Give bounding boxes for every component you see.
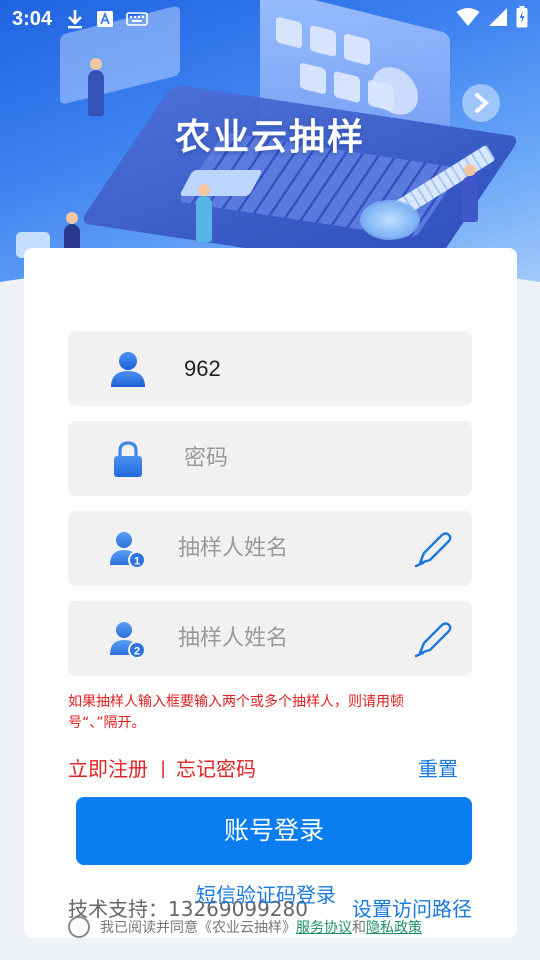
status-bar: 3:04 [0,0,540,38]
link-separator: | [160,758,167,779]
sms-login-link[interactable]: 短信验证码登录 [196,882,336,908]
agreement-row: 我已阅读并同意《农业云抽样》 服务协议 和 隐私政策 [68,915,422,939]
register-link[interactable]: 立即注册 [68,754,148,784]
account-field[interactable]: 962 [68,331,472,406]
agree-and-text: 和 [352,920,366,936]
account-links-row: 立即注册 | 忘记密码 重置 [68,754,472,784]
pen-icon[interactable] [414,619,454,659]
touchpad-illustration [179,170,263,196]
service-agreement-link[interactable]: 服务协议 [296,917,352,937]
agree-radio[interactable] [68,916,90,938]
status-time: 3:04 [12,7,53,30]
login-card: 962 密码 1 抽样人姓名 2 抽样人姓名 如果抽样人输入框要输入两个或多个抽… [24,248,517,938]
password-input[interactable]: 密码 [184,421,228,496]
download-icon [66,9,84,29]
svg-text:1: 1 [134,556,140,568]
lock-icon [108,439,148,479]
app-title: 农业云抽样 [174,117,365,158]
agree-prefix-text: 我已阅读并同意《农业云抽样》 [100,920,296,936]
magnifier-illustration [360,200,420,240]
user-2-icon: 2 [108,619,148,659]
keyboard-icon [126,12,148,26]
sampler-hint-text: 如果抽样人输入框要输入两个或多个抽样人，则请用顿号“、”隔开。 [68,694,404,731]
user-1-icon: 1 [108,529,148,569]
reset-button[interactable]: 重置 [418,754,458,784]
person-illustration [462,164,478,222]
text-a-icon [96,10,114,28]
svg-text:2: 2 [134,646,140,658]
person-illustration [196,184,212,242]
sampler2-input[interactable]: 抽样人姓名 [178,601,288,676]
sampler1-field[interactable]: 1 抽样人姓名 [68,511,472,586]
battery-charging-icon [516,6,528,32]
user-icon [108,349,148,389]
wifi-icon [456,7,480,31]
password-field[interactable]: 密码 [68,421,472,496]
signal-icon [488,7,508,31]
account-login-button[interactable]: 账号登录 [76,797,472,865]
forgot-password-link[interactable]: 忘记密码 [176,754,256,784]
sampler1-input[interactable]: 抽样人姓名 [178,511,288,586]
sampler2-field[interactable]: 2 抽样人姓名 [68,601,472,676]
privacy-policy-link[interactable]: 隐私政策 [366,917,422,937]
pen-icon[interactable] [414,529,454,569]
account-input[interactable]: 962 [184,331,221,406]
